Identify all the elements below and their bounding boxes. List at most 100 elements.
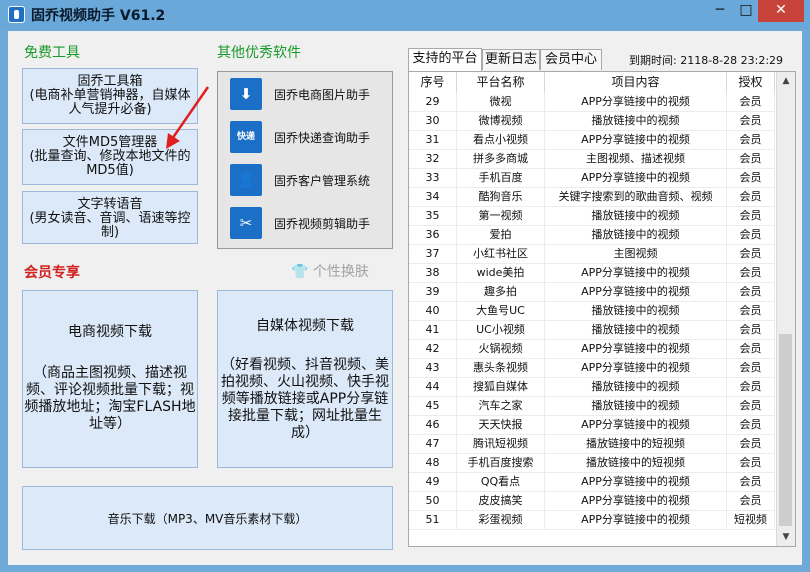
row-platform: 搜狐自媒体 — [457, 378, 545, 397]
column-header-license[interactable]: 授权 — [727, 72, 775, 93]
column-header-content[interactable]: 项目内容 — [545, 72, 727, 93]
row-content: APP分享链接中的视频 — [545, 340, 727, 359]
row-index: 49 — [409, 473, 457, 492]
vertical-scrollbar[interactable]: ▲ ▼ — [776, 72, 795, 546]
table-row[interactable]: 32 拼多多商城 主图视频、描述视频 会员 — [409, 150, 775, 169]
table-row[interactable]: 42 火锅视频 APP分享链接中的视频 会员 — [409, 340, 775, 359]
selfmedia-title: 自媒体视频下载 — [256, 318, 354, 334]
row-license: 会员 — [727, 492, 775, 511]
row-platform: 惠头条视频 — [457, 359, 545, 378]
table-row[interactable]: 50 皮皮搞笑 APP分享链接中的视频 会员 — [409, 492, 775, 511]
row-index: 45 — [409, 397, 457, 416]
table-row[interactable]: 51 彩蛋视频 APP分享链接中的视频 短视频 — [409, 511, 775, 530]
row-platform: 彩蛋视频 — [457, 511, 545, 530]
selfmedia-video-download-button[interactable]: 自媒体视频下载 （好看视频、抖音视频、美拍视频、火山视频、快手视频等播放链接或A… — [217, 290, 393, 468]
row-content: 播放链接中的视频 — [545, 112, 727, 131]
row-license: 会员 — [727, 112, 775, 131]
table-row[interactable]: 41 UC小视频 播放链接中的视频 会员 — [409, 321, 775, 340]
software-label: 固乔快递查询助手 — [274, 131, 371, 145]
title-bar: 固乔视频助手 V61.2 ─ □ ✕ — [0, 0, 810, 30]
table-row[interactable]: 38 wide美拍 APP分享链接中的视频 会员 — [409, 264, 775, 283]
software-item-image-helper[interactable]: ⬇ 固乔电商图片助手 — [230, 76, 394, 112]
row-license: 会员 — [727, 245, 775, 264]
row-license: 会员 — [727, 340, 775, 359]
expire-time-label: 到期时间: 2118-8-28 23:2:29 — [629, 54, 784, 67]
row-platform: 酷狗音乐 — [457, 188, 545, 207]
row-platform: 趣多拍 — [457, 283, 545, 302]
software-item-video-editor[interactable]: ✂ 固乔视频剪辑助手 — [230, 205, 394, 241]
table-row[interactable]: 34 酷狗音乐 关键字搜索到的歌曲音频、视频 会员 — [409, 188, 775, 207]
table-row[interactable]: 40 大鱼号UC 播放链接中的视频 会员 — [409, 302, 775, 321]
ecommerce-title: 电商视频下载 — [68, 324, 152, 340]
row-license: 会员 — [727, 226, 775, 245]
scroll-down-icon[interactable]: ▼ — [777, 528, 795, 546]
row-content: APP分享链接中的视频 — [545, 416, 727, 435]
table-row[interactable]: 30 微博视频 播放链接中的视频 会员 — [409, 112, 775, 131]
window-title: 固乔视频助手 V61.2 — [31, 8, 166, 24]
minimize-button[interactable]: ─ — [706, 0, 734, 22]
software-item-express-helper[interactable]: 快递 固乔快递查询助手 — [230, 119, 394, 155]
table-row[interactable]: 48 手机百度搜索 播放链接中的短视频 会员 — [409, 454, 775, 473]
row-platform: 汽车之家 — [457, 397, 545, 416]
table-row[interactable]: 39 趣多拍 APP分享链接中的视频 会员 — [409, 283, 775, 302]
table-row[interactable]: 31 看点小视频 APP分享链接中的视频 会员 — [409, 131, 775, 150]
row-index: 31 — [409, 131, 457, 150]
row-index: 50 — [409, 492, 457, 511]
close-button[interactable]: ✕ — [758, 0, 804, 22]
tab-update-log[interactable]: 更新日志 — [482, 49, 540, 70]
row-platform: 微博视频 — [457, 112, 545, 131]
software-item-customer-manager[interactable]: 👤 固乔客户管理系统 — [230, 162, 394, 198]
table-row[interactable]: 29 微视 APP分享链接中的视频 会员 — [409, 93, 775, 112]
row-content: APP分享链接中的视频 — [545, 473, 727, 492]
scroll-up-icon[interactable]: ▲ — [777, 72, 795, 90]
table-row[interactable]: 44 搜狐自媒体 播放链接中的视频 会员 — [409, 378, 775, 397]
row-index: 48 — [409, 454, 457, 473]
row-license: 会员 — [727, 207, 775, 226]
table-row[interactable]: 35 第一视频 播放链接中的视频 会员 — [409, 207, 775, 226]
download-icon: ⬇ — [230, 78, 262, 110]
table-row[interactable]: 33 手机百度 APP分享链接中的视频 会员 — [409, 169, 775, 188]
row-license: 会员 — [727, 131, 775, 150]
row-content: 播放链接中的视频 — [545, 378, 727, 397]
row-platform: 微视 — [457, 93, 545, 112]
row-license: 会员 — [727, 321, 775, 340]
table-row[interactable]: 46 天天快报 APP分享链接中的视频 会员 — [409, 416, 775, 435]
row-content: APP分享链接中的视频 — [545, 492, 727, 511]
table-row[interactable]: 49 QQ看点 APP分享链接中的视频 会员 — [409, 473, 775, 492]
tab-supported-platforms[interactable]: 支持的平台 — [408, 48, 482, 71]
app-window: 固乔视频助手 V61.2 ─ □ ✕ 免费工具 固乔工具箱 (电商补单营销神器，… — [0, 0, 810, 572]
change-skin-button[interactable]: 👕 个性换肤 — [291, 261, 369, 281]
other-software-heading: 其他优秀软件 — [217, 45, 301, 61]
row-license: 会员 — [727, 283, 775, 302]
row-content: APP分享链接中的视频 — [545, 169, 727, 188]
music-download-button[interactable]: 音乐下载（MP3、MV音乐素材下载） — [22, 486, 393, 550]
table-header: 序号 平台名称 项目内容 授权 — [409, 72, 775, 93]
table-row[interactable]: 45 汽车之家 播放链接中的视频 会员 — [409, 397, 775, 416]
table-row[interactable]: 47 腾讯短视频 播放链接中的短视频 会员 — [409, 435, 775, 454]
main-panel: 免费工具 固乔工具箱 (电商补单营销神器，自媒体人气提升必备) 文件MD5管理器… — [8, 31, 802, 565]
ecommerce-video-download-button[interactable]: 电商视频下载 （商品主图视频、描述视频、评论视频批量下载；视频播放地址；淘宝FL… — [22, 290, 198, 468]
software-label: 固乔电商图片助手 — [274, 88, 371, 102]
table-row[interactable]: 43 惠头条视频 APP分享链接中的视频 会员 — [409, 359, 775, 378]
row-content: 播放链接中的视频 — [545, 321, 727, 340]
row-content: 播放链接中的视频 — [545, 302, 727, 321]
row-index: 44 — [409, 378, 457, 397]
row-index: 30 — [409, 112, 457, 131]
tab-member-center[interactable]: 会员中心 — [540, 49, 602, 70]
table-row[interactable]: 36 爱拍 播放链接中的视频 会员 — [409, 226, 775, 245]
column-header-platform[interactable]: 平台名称 — [457, 72, 545, 93]
row-index: 29 — [409, 93, 457, 112]
column-header-index[interactable]: 序号 — [409, 72, 457, 93]
row-license: 会员 — [727, 397, 775, 416]
row-platform: 小红书社区 — [457, 245, 545, 264]
table-row[interactable]: 37 小红书社区 主图视频 会员 — [409, 245, 775, 264]
row-index: 32 — [409, 150, 457, 169]
row-platform: 看点小视频 — [457, 131, 545, 150]
scroll-thumb[interactable] — [779, 334, 792, 526]
row-license: 会员 — [727, 473, 775, 492]
row-content: 播放链接中的短视频 — [545, 454, 727, 473]
row-index: 35 — [409, 207, 457, 226]
row-index: 39 — [409, 283, 457, 302]
other-software-panel: ⬇ 固乔电商图片助手 快递 固乔快递查询助手 👤 固乔客户管理系统 ✂ 固乔视频… — [217, 71, 393, 249]
maximize-button[interactable]: □ — [732, 0, 760, 22]
